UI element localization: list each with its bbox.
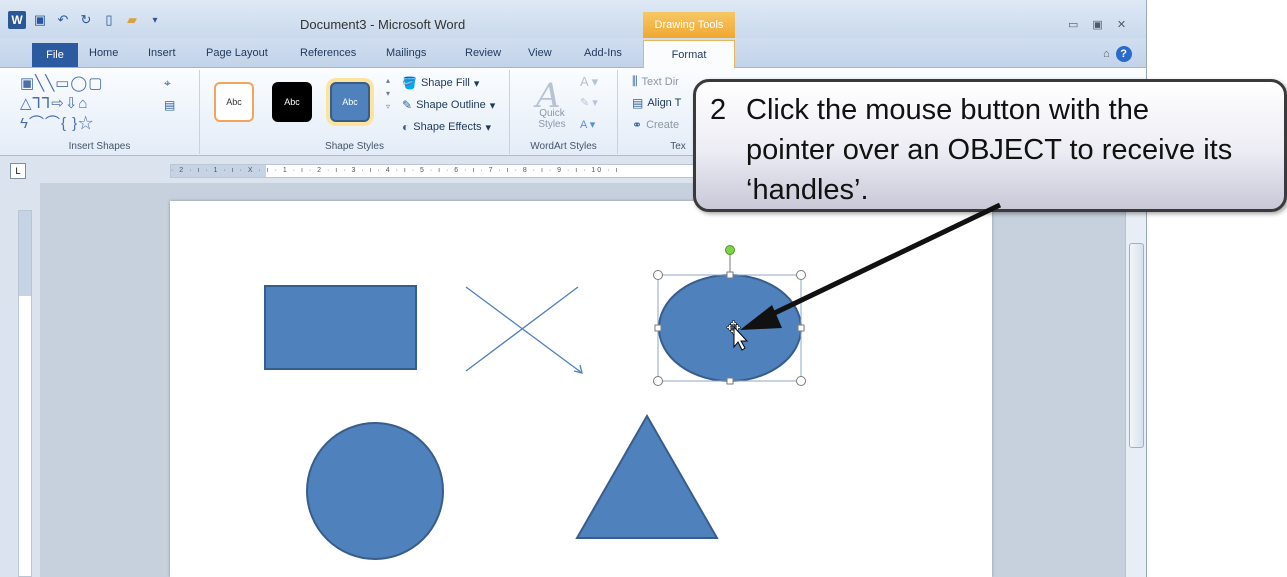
text-direction-button[interactable]: ⫼ Text Dir (632, 74, 679, 89)
tab-view[interactable]: View (528, 47, 552, 59)
drawing-canvas: ✥ (264, 245, 806, 560)
tab-page-layout[interactable]: Page Layout (206, 47, 268, 59)
callout-text: 2 Click the mouse button with the pointer… (710, 90, 1280, 210)
circle-shape[interactable] (306, 422, 444, 560)
tab-insert[interactable]: Insert (148, 47, 176, 59)
tab-file[interactable]: File (32, 43, 78, 67)
instruction-callout: 2 Click the mouse button with the pointer… (693, 79, 1287, 212)
shape-style-1[interactable]: Abc (214, 82, 254, 122)
shape-outline-button[interactable]: ✎ Shape Outline ▾ (402, 98, 495, 112)
document-page[interactable]: ✥ (170, 201, 992, 577)
callout-line-1: Click the mouse button with the (746, 94, 1149, 126)
scrollbar-thumb[interactable] (1129, 243, 1144, 448)
paint-bucket-icon: 🪣 (402, 76, 417, 90)
rotation-handle[interactable] (725, 245, 735, 255)
tab-references[interactable]: References (300, 47, 356, 59)
align-text-button[interactable]: ▤ Align T (632, 96, 681, 110)
vertical-scrollbar[interactable] (1125, 183, 1146, 577)
shape-fill-button[interactable]: 🪣 Shape Fill ▾ (402, 76, 479, 90)
text-box-icon[interactable]: ▤ (164, 98, 175, 112)
document-area: ✥ (40, 183, 1125, 577)
help-icon[interactable]: ? (1115, 46, 1132, 62)
ribbon-right-controls: ⌂ ? (1103, 46, 1132, 62)
rectangle-shape[interactable] (264, 285, 417, 370)
callout-line-3: ‘handles’. (746, 174, 869, 206)
resize-handle-s[interactable] (726, 377, 734, 385)
step-number: 2 (710, 94, 727, 126)
tab-selector-button[interactable]: L (10, 163, 26, 179)
insert-shapes-group: ▣╲╲▭◯▢ △⅂⅂⇨⇩⌂ ϟ⌒⌒{ }☆ ⌖ ▤ Insert Shapes (0, 70, 200, 154)
text-effects-icon[interactable]: A ▾ (580, 118, 595, 131)
vertical-ruler[interactable] (18, 210, 32, 577)
resize-handle-w[interactable] (654, 324, 662, 332)
title-bar: W ▣ ↶ ↻ ▯ ▰ ▾ Document3 - Microsoft Word… (0, 0, 1146, 38)
customize-qat-icon[interactable]: ▾ (146, 11, 164, 29)
ribbon-tabs: File Home Insert Page Layout References … (0, 38, 1146, 68)
tab-format[interactable]: Format (643, 40, 735, 68)
word-icon[interactable]: W (8, 11, 26, 29)
resize-handle-e[interactable] (797, 324, 805, 332)
text-outline-icon[interactable]: ✎ ▾ (580, 96, 598, 109)
tab-add-ins[interactable]: Add-Ins (584, 47, 622, 59)
callout-line-2: pointer over an OBJECT to receive its (746, 134, 1233, 166)
ruler-margin (19, 211, 31, 296)
restore-icon[interactable]: ▣ (1092, 18, 1102, 31)
resize-handle-nw[interactable] (653, 270, 663, 280)
resize-handle-ne[interactable] (796, 270, 806, 280)
shape-style-3[interactable]: Abc (330, 82, 370, 122)
resize-handle-sw[interactable] (653, 376, 663, 386)
resize-handle-n[interactable] (726, 271, 734, 279)
close-icon[interactable]: ✕ (1117, 18, 1126, 31)
save-icon[interactable]: ▣ (31, 11, 49, 29)
pencil-icon: ✎ (402, 98, 413, 112)
tab-review[interactable]: Review (465, 47, 501, 59)
text-fill-icon[interactable]: A ▾ (580, 74, 598, 90)
minimize-ribbon-icon[interactable]: ⌂ (1103, 48, 1110, 60)
create-link-button[interactable]: ⚭ Create (632, 118, 679, 132)
window-title: Document3 - Microsoft Word (300, 17, 466, 32)
drawing-tools-label: Drawing Tools (643, 12, 735, 38)
group-label: WordArt Styles (530, 141, 597, 152)
group-label: Shape Styles (325, 141, 384, 152)
group-label: Insert Shapes (68, 141, 131, 152)
ruler-marks: · 2 · ı · 1 · ı · X · ı · 1 · ı · 2 · ı … (171, 167, 620, 174)
open-folder-icon[interactable]: ▰ (123, 11, 141, 29)
tab-mailings[interactable]: Mailings (386, 47, 426, 59)
cross-lines-shape[interactable] (465, 286, 583, 374)
effects-icon: ◐ (402, 120, 410, 134)
shapes-gallery[interactable]: ▣╲╲▭◯▢ △⅂⅂⇨⇩⌂ ϟ⌒⌒{ }☆ (20, 74, 148, 134)
new-document-icon[interactable]: ▯ (100, 11, 118, 29)
gallery-scroll[interactable]: ▴ ▾ ▿ (386, 76, 390, 111)
quick-styles-button[interactable]: Quick Styles (534, 108, 570, 130)
tab-home[interactable]: Home (89, 47, 118, 59)
quick-access-toolbar: W ▣ ↶ ↻ ▯ ▰ ▾ (8, 10, 164, 30)
triangle-shape[interactable] (575, 413, 719, 539)
undo-icon[interactable]: ↶ (54, 11, 72, 29)
redo-icon[interactable]: ↻ (77, 11, 95, 29)
shape-effects-button[interactable]: ◐ Shape Effects ▾ (402, 120, 491, 134)
resize-handle-se[interactable] (796, 376, 806, 386)
window-controls: ▭ ▣ ✕ (1068, 18, 1126, 31)
minimize-icon[interactable]: ▭ (1068, 18, 1078, 31)
edit-shape-icon[interactable]: ⌖ (164, 76, 171, 91)
shape-style-2[interactable]: Abc (272, 82, 312, 122)
